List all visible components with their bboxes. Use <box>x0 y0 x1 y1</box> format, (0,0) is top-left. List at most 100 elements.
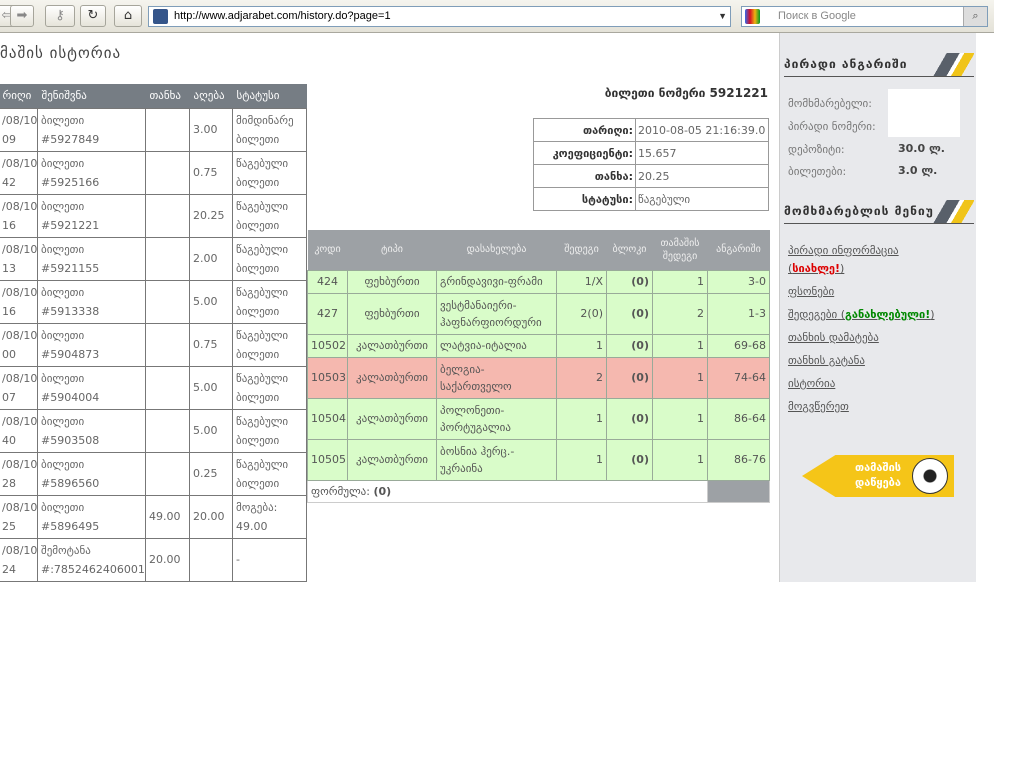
tickets-label: ბილეთები: <box>788 165 847 178</box>
note-cell: ბილეთი #5921155 <box>37 236 146 281</box>
formula-cell: ფორმულა: (0) <box>307 479 708 503</box>
col-date: რიღი <box>0 84 38 108</box>
address-bar[interactable]: http://www.adjarabet.com/history.do?page… <box>148 6 731 27</box>
amount-cell <box>145 193 190 238</box>
browser-toolbar: ⇦ ➡ ⚷ ↻ ⌂ http://www.adjarabet.com/histo… <box>0 0 994 33</box>
menu-results[interactable]: შედეგები (განახლებული!) <box>788 308 935 321</box>
history-row[interactable]: /08/10 42 ბილეთი #5925166 0.75 წაგებული ბილ… <box>0 150 307 195</box>
name-cell: ბოსნია ჰერც.-უკრაინა <box>436 438 557 481</box>
chevron-down-icon[interactable]: ▼ <box>718 7 727 26</box>
bet-row: 10505 კალათბურთი ბოსნია ჰერც.-უკრაინა 1 (0) 1… <box>307 438 770 481</box>
name-cell: ვესტმანაიერი-ჰაფნარფიორდური <box>436 292 557 335</box>
user-info-box <box>888 89 960 137</box>
info-value: წაგებული <box>635 187 769 211</box>
amount-cell: 49.00 <box>145 494 190 539</box>
menu-deposit[interactable]: თანხის დამატება <box>788 331 879 344</box>
take-cell: 0.75 <box>189 322 233 367</box>
take-cell: 5.00 <box>189 279 233 324</box>
search-icon[interactable]: ⌕ <box>963 7 987 26</box>
take-cell: 0.25 <box>189 451 233 496</box>
history-row[interactable]: /08/10 09 ბილეთი #5927849 3.00 მიმდინარე ბი… <box>0 107 307 152</box>
menu-title: მომხმარებლის მენიუ <box>784 204 934 218</box>
forward-arrow-icon[interactable]: ➡ <box>10 5 34 27</box>
account-heading: პირადი ანგარიში <box>784 53 974 77</box>
status-cell: მოგება: 49.00 <box>232 494 307 539</box>
history-row[interactable]: /08/10 00 ბილეთი #5904873 0.75 წაგებული ბილ… <box>0 322 307 367</box>
menu-new-badge[interactable]: (სიახლე!) <box>788 262 844 275</box>
bet-row: 10503 კალათბურთი ბელგია-საქართველო 2 (0) 1 74-… <box>307 356 770 399</box>
home-icon[interactable]: ⌂ <box>114 5 142 27</box>
block-cell: (0) <box>606 397 653 440</box>
take-cell: 5.00 <box>189 408 233 453</box>
note-cell: ბილეთი #5921221 <box>37 193 146 238</box>
history-row[interactable]: /08/10 16 ბილეთი #5921221 20.25 წაგებული ბი… <box>0 193 307 238</box>
page-title: მაშის ისტორია <box>0 44 122 62</box>
info-row: თარიღი: 2010-08-05 21:16:39.0 <box>533 118 769 142</box>
note-cell: ბილეთი #5903508 <box>37 408 146 453</box>
history-row[interactable]: /08/10 13 ბილეთი #5921155 2.00 წაგებული ბილ… <box>0 236 307 281</box>
date-cell: /08/10 07 <box>0 365 38 410</box>
outcome-cell: 2(0) <box>556 292 607 335</box>
note-cell: ბილეთი #5896495 <box>37 494 146 539</box>
menu-contact[interactable]: მოგვწერეთ <box>788 400 849 413</box>
stripe-decoration-icon <box>924 53 974 76</box>
amount-cell <box>145 279 190 324</box>
deposit-value: 30.0 ლ. <box>898 142 945 155</box>
key-icon[interactable]: ⚷ <box>45 5 75 27</box>
type-cell: კალათბურთი <box>347 356 437 399</box>
url-text: http://www.adjarabet.com/history.do?page… <box>174 10 391 22</box>
amount-cell <box>145 408 190 453</box>
menu-bets[interactable]: ფსონები <box>788 285 834 298</box>
result-cell: 1 <box>652 333 708 358</box>
stripe-decoration-icon <box>924 200 974 223</box>
footer-filler <box>707 479 770 503</box>
col-take: აღება <box>189 84 233 108</box>
history-row[interactable]: /08/10 40 ბილეთი #5903508 5.00 წაგებული ბილ… <box>0 408 307 453</box>
status-cell: წაგებული ბილეთი <box>232 451 307 496</box>
reload-icon[interactable]: ↻ <box>80 5 106 27</box>
info-value: 15.657 <box>635 141 769 165</box>
note-cell: ბილეთი #5925166 <box>37 150 146 195</box>
type-cell: კალათბურთი <box>347 438 437 481</box>
outcome-cell: 1 <box>556 438 607 481</box>
menu-withdraw[interactable]: თანხის გატანა <box>788 354 865 367</box>
menu-personal-info[interactable]: პირადი ინფორმაცია <box>788 244 899 257</box>
soccer-ball-icon <box>912 458 948 494</box>
history-row[interactable]: /08/10 24 შემოტანა #:7852462406001 20.00- <box>0 537 307 582</box>
info-row: კოეფიციენტი: 15.657 <box>533 141 769 165</box>
status-cell: წაგებული ბილეთი <box>232 236 307 281</box>
status-cell: წაგებული ბილეთი <box>232 408 307 453</box>
info-label: თარიღი: <box>533 118 636 142</box>
date-cell: /08/10 25 <box>0 494 38 539</box>
bet-row: 10502 კალათბურთი ლატვია-იტალია 1 (0) 1 69-68 <box>307 333 770 358</box>
bets-table: კოდი ტიპი დასახელება შედეგი ბლოკი თამაში… <box>307 230 770 503</box>
history-row[interactable]: /08/10 16 ბილეთი #5913338 5.00 წაგებული ბილ… <box>0 279 307 324</box>
take-cell: 2.00 <box>189 236 233 281</box>
id-label: პირადი ნომერი: <box>788 120 876 133</box>
info-row: სტატუსი: წაგებული <box>533 187 769 211</box>
start-game-button[interactable]: თამაშის დაწყება <box>802 455 954 497</box>
name-cell: პოლონეთი-პორტუგალია <box>436 397 557 440</box>
take-cell: 3.00 <box>189 107 233 152</box>
take-cell: 0.75 <box>189 150 233 195</box>
result-cell: 1 <box>652 438 708 481</box>
amount-cell <box>145 365 190 410</box>
block-cell: (0) <box>606 356 653 399</box>
history-row[interactable]: /08/10 28 ბილეთი #5896560 0.25 წაგებული ბილ… <box>0 451 307 496</box>
formula-label: ფორმულა: <box>311 484 370 498</box>
search-placeholder: Поиск в Google <box>778 10 856 22</box>
type-cell: კალათბურთი <box>347 333 437 358</box>
amount-cell: 20.00 <box>145 537 190 582</box>
menu-heading: მომხმარებლის მენიუ <box>784 200 974 224</box>
history-row[interactable]: /08/10 07 ბილეთი #5904004 5.00 წაგებული ბილ… <box>0 365 307 410</box>
col-name: დასახელება <box>436 230 557 270</box>
history-table: რიღი შენიშვნა თანხა აღება სტატუსი /08/10… <box>0 84 307 582</box>
status-cell: წაგებული ბილეთი <box>232 150 307 195</box>
date-cell: /08/10 40 <box>0 408 38 453</box>
menu-history[interactable]: ისტორია <box>788 377 835 390</box>
date-cell: /08/10 13 <box>0 236 38 281</box>
tickets-value: 3.0 ლ. <box>898 164 938 177</box>
history-row[interactable]: /08/10 25 ბილეთი #5896495 49.00 20.00 მოგება… <box>0 494 307 539</box>
search-input[interactable]: Поиск в Google ⌕ <box>741 6 988 27</box>
code-cell: 427 <box>307 292 348 335</box>
